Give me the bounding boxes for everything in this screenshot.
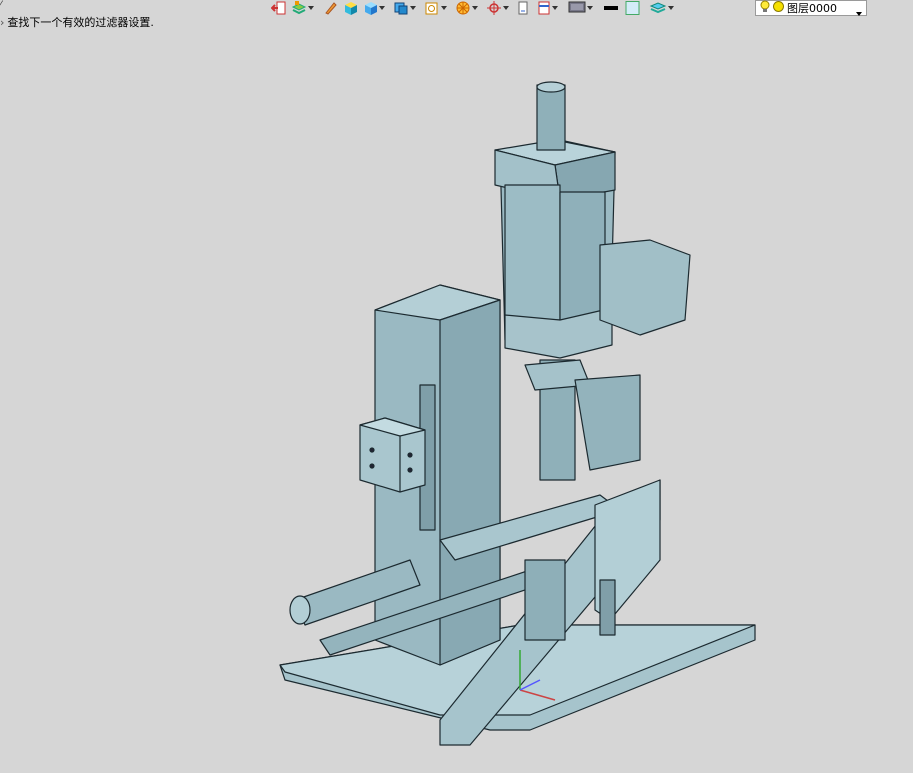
chevron-down-icon[interactable] [855, 6, 862, 19]
toolbar [270, 0, 675, 16]
exit-icon[interactable] [270, 1, 288, 15]
status-bar: › 查找下一个有效的过滤器设置. [0, 14, 154, 30]
machine-3d-model [279, 81, 756, 746]
display-icon[interactable] [567, 1, 594, 15]
model-viewport[interactable] [0, 30, 913, 773]
layer-stack-icon[interactable] [290, 1, 315, 15]
cube-yellow-icon[interactable] [341, 1, 359, 15]
cube-blue-icon[interactable] [361, 1, 386, 15]
pencil-icon[interactable] [323, 1, 339, 15]
cube-solid-icon[interactable] [392, 1, 417, 15]
piston-rod-top [536, 84, 566, 151]
motor-housing [599, 239, 691, 336]
sketch-orange-icon[interactable] [423, 1, 448, 15]
edge-marker: ⁄ [0, 0, 2, 10]
layers-icon[interactable] [648, 1, 675, 15]
color-swatch-lightblue-icon[interactable] [624, 1, 642, 15]
color-swatch-black-icon[interactable] [602, 1, 620, 15]
page-icon[interactable] [516, 1, 530, 15]
lightbulb-icon[interactable] [760, 0, 770, 16]
arrow-right-icon: › [0, 16, 5, 29]
status-message: 查找下一个有效的过滤器设置. [7, 16, 154, 29]
layer-name: 图层0000 [787, 2, 837, 15]
wheel-icon[interactable] [454, 1, 479, 15]
sun-icon[interactable] [772, 0, 785, 16]
cad-application: ⁄ 图层0000 › 查找下一个有效的过滤器设置. [0, 0, 913, 773]
layer-select[interactable]: 图层0000 [755, 0, 867, 16]
ruler-icon[interactable] [536, 1, 559, 15]
crosshair-icon[interactable] [485, 1, 510, 15]
